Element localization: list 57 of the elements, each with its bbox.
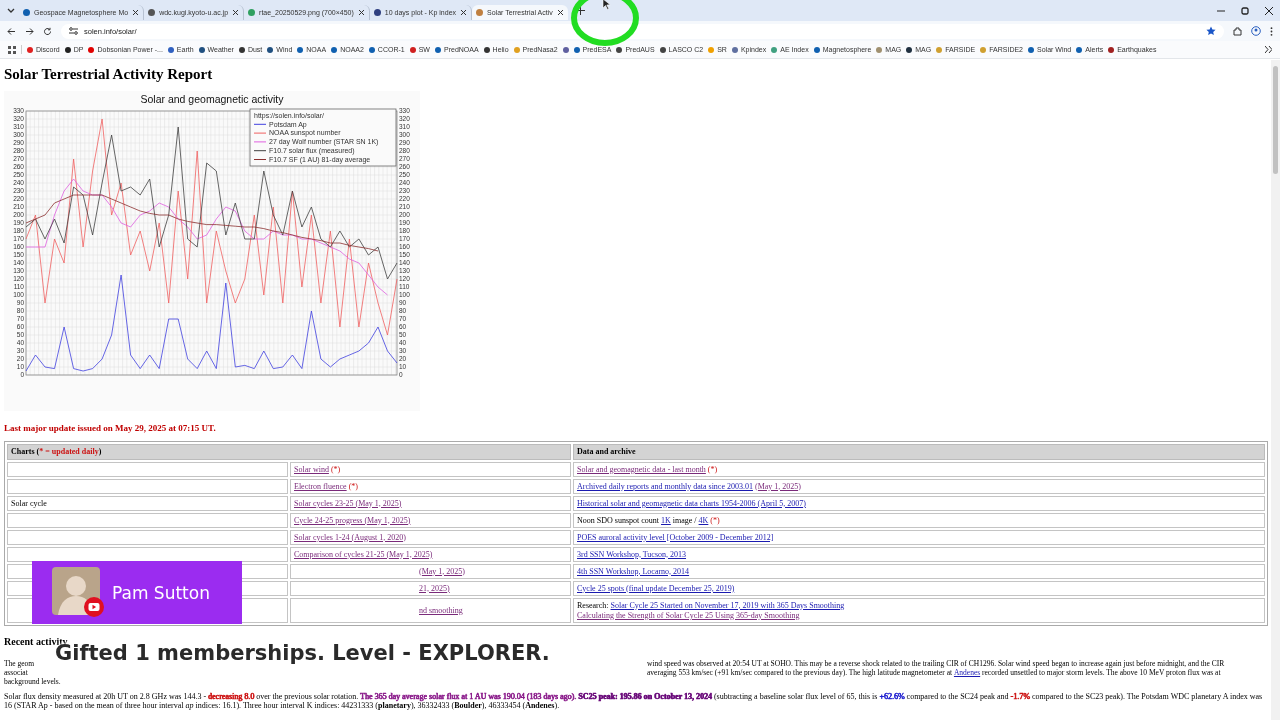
link[interactable]: 4th SSN Workshop, Locarno, 2014 bbox=[577, 566, 690, 576]
reload-icon[interactable] bbox=[43, 26, 52, 36]
link[interactable]: POES auroral activity level [October 2009 - December 2012] bbox=[577, 532, 774, 542]
paragraph-text: Solar flux density measured at 20h UT on 2.8 GHz was 144.3 - decreasing 8.0 over the previous solar rotation. The 365 day average solar flux at 1 AU was 190.04 (183 days ago). SC25 peak: 195.86 on October 13, 2024 (subtracting a baseline solar flux level of 65, this is +62.6% compared to the SC24 peak and -1.7% compared to the SC23 peak). The Potsdam WDC planetary A index was 16 (STAR Ap - based on the mean of three hour interval ap indices: 16.1). Three hour interval K indices: 44231333 (planetary), 36332433 (Boulder), 46333454 (Andenes). bbox=[4, 692, 1264, 710]
link[interactable]: Solar and geomagnetic data - last month bbox=[577, 464, 706, 474]
link[interactable]: nd smoothing bbox=[419, 605, 463, 615]
link[interactable]: Cycle 24-25 progress (May 1, 2025) bbox=[294, 515, 411, 525]
link[interactable]: Archived daily reports and monthly data since 2003.01 bbox=[577, 481, 753, 491]
link[interactable]: (May 1, 2025) bbox=[754, 481, 801, 491]
link[interactable]: Comparison of cycles 21-25 (May 1, 2025) bbox=[294, 549, 433, 559]
link[interactable]: 1K bbox=[661, 515, 671, 525]
close-icon[interactable] bbox=[357, 9, 365, 16]
link[interactable]: 3rd SSN Workshop, Tucson, 2013 bbox=[577, 549, 686, 559]
viewer-name: Pam Sutton bbox=[112, 582, 210, 603]
update-mark: (*) bbox=[330, 464, 341, 474]
site-settings-icon[interactable] bbox=[69, 27, 78, 35]
page-title: Solar Terrestrial Activity Report bbox=[4, 66, 214, 83]
update-mark: (*) bbox=[710, 515, 720, 525]
table-header: Data and archive bbox=[573, 444, 1265, 460]
forward-icon[interactable] bbox=[25, 26, 34, 36]
restore-icon[interactable] bbox=[1241, 6, 1249, 15]
link[interactable]: Solar cycles 1-24 (August 1, 2020) bbox=[294, 532, 406, 542]
chart-title: Solar and geomagnetic activity bbox=[140, 93, 284, 105]
link[interactable]: Solar wind bbox=[294, 464, 329, 474]
cell-text: Research: bbox=[577, 600, 609, 610]
link[interactable]: (May 1, 2025) bbox=[419, 566, 465, 576]
menu-icon[interactable] bbox=[1270, 26, 1273, 36]
link[interactable]: 21, 2025) bbox=[419, 583, 450, 593]
cell-text: Noon SDO sunspot count bbox=[577, 515, 659, 525]
profile-icon[interactable] bbox=[1251, 26, 1261, 36]
link[interactable]: Solar cycles 23-25 (May 1, 2025) bbox=[294, 498, 402, 508]
link[interactable]: 4K bbox=[698, 515, 709, 525]
link[interactable]: Solar Cycle 25 Started on November 17, 2019 with 365 Days Smoothing bbox=[610, 600, 845, 610]
link[interactable]: Calculating the Strength of Solar Cycle 25 Using 365-day Smoothing bbox=[577, 610, 800, 620]
close-icon[interactable] bbox=[232, 9, 240, 16]
scrollbar[interactable] bbox=[1271, 60, 1280, 720]
link[interactable]: Electron fluence bbox=[294, 481, 347, 491]
update-mark: (*) bbox=[348, 481, 358, 491]
table-cell: Solar cycle bbox=[7, 496, 288, 511]
update-notice: Last major update issued on May 29, 2025 at 07:15 UT. bbox=[4, 423, 217, 433]
star-icon[interactable] bbox=[1206, 26, 1216, 36]
table-header: Charts (* = updated daily) bbox=[7, 444, 571, 460]
avatar bbox=[52, 567, 100, 615]
scrollbar-thumb[interactable] bbox=[1273, 66, 1278, 174]
close-icon[interactable] bbox=[132, 9, 140, 16]
update-mark: (*) bbox=[707, 464, 718, 474]
more-bookmarks-icon[interactable] bbox=[1265, 46, 1272, 53]
bookmark[interactable] bbox=[562, 45, 569, 54]
back-icon[interactable] bbox=[7, 26, 16, 36]
cell-text: image / bbox=[672, 515, 697, 525]
link[interactable]: Historical solar and geomagnetic data charts 1954-2006 (April 5, 2007) bbox=[577, 498, 806, 508]
apps-icon[interactable] bbox=[8, 45, 16, 54]
close-icon[interactable] bbox=[1265, 6, 1273, 15]
close-icon[interactable] bbox=[556, 9, 564, 16]
video-play-icon bbox=[84, 597, 104, 617]
link[interactable]: Cycle 25 spots (final update December 25, 2019) bbox=[577, 583, 735, 593]
close-icon[interactable] bbox=[460, 9, 468, 16]
